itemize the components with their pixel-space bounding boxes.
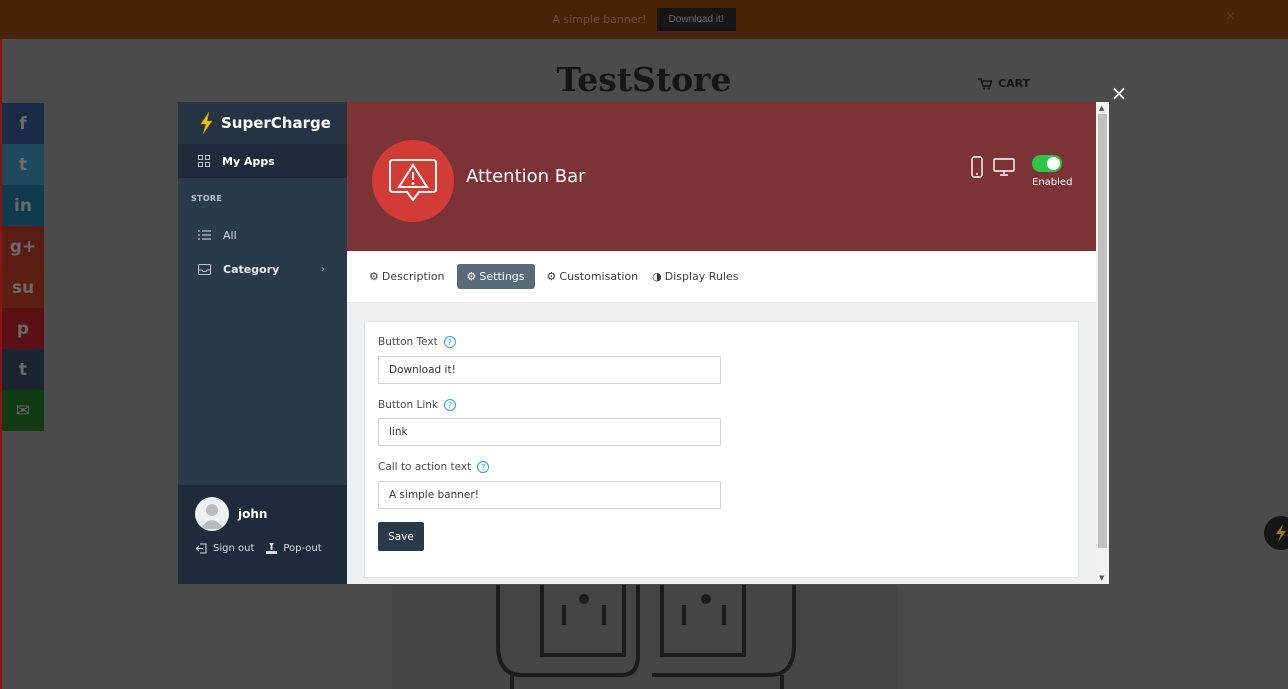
button-link-input[interactable]: [378, 418, 721, 446]
social-glyph: in: [14, 195, 32, 216]
sidebar-item-my-apps[interactable]: My Apps: [178, 144, 347, 178]
inbox-icon: [198, 263, 211, 275]
sidebar-section-title: STORE: [191, 194, 223, 203]
device-targets: [971, 156, 1015, 178]
social-glyph: f: [19, 113, 27, 134]
scrollbar[interactable]: ▲ ▼: [1096, 102, 1109, 584]
social-glyph: t: [18, 154, 28, 175]
app-detail-content: Attention Bar Enabled ⚙ Description ⚙ Se…: [347, 102, 1109, 584]
field-label-text: Call to action text: [378, 461, 472, 473]
pop-out-icon: [266, 543, 278, 554]
enabled-toggle[interactable]: [1032, 155, 1062, 172]
button-text-label: Button Text ?: [378, 336, 456, 348]
social-share-bar: f t in g+ su p t ✉: [2, 103, 44, 431]
enabled-label: Enabled: [1032, 177, 1073, 188]
help-icon[interactable]: ?: [443, 336, 456, 348]
google-plus-icon[interactable]: g+: [2, 226, 44, 267]
email-icon[interactable]: ✉: [2, 390, 44, 431]
save-button[interactable]: Save: [378, 522, 424, 551]
sidebar-item-label: Category: [223, 262, 280, 276]
store-title[interactable]: TestStore: [0, 60, 1288, 99]
cart-label: CART: [998, 77, 1031, 90]
app-header: Attention Bar Enabled: [347, 102, 1096, 251]
user-icon: [200, 504, 224, 529]
app-title: Attention Bar: [466, 166, 586, 187]
app-sidebar: SuperCharge My Apps STORE All Category ›…: [178, 102, 347, 584]
social-glyph: g+: [9, 236, 37, 257]
sidebar-item-category[interactable]: Category ›: [178, 252, 347, 286]
linkedin-icon[interactable]: in: [2, 185, 44, 226]
gears-icon: ⚙: [546, 270, 557, 283]
pop-out-link[interactable]: Pop-out: [283, 543, 321, 554]
scroll-thumb[interactable]: [1098, 114, 1107, 548]
social-glyph: t: [18, 359, 28, 380]
help-icon[interactable]: ?: [444, 399, 457, 411]
lightning-icon: [1276, 524, 1286, 542]
tab-display-rules[interactable]: ◑ Display Rules: [650, 264, 740, 289]
mobile-icon[interactable]: [971, 156, 983, 178]
desktop-icon[interactable]: [993, 158, 1015, 176]
twitter-icon[interactable]: t: [2, 144, 44, 185]
modal-close-icon[interactable]: ×: [1108, 81, 1130, 105]
cta-text-label: Call to action text ?: [378, 461, 490, 473]
sign-out-link[interactable]: Sign out: [213, 543, 254, 554]
sidebar-item-label: My Apps: [222, 154, 275, 168]
tab-customisation[interactable]: ⚙ Customisation: [545, 264, 641, 289]
gear-icon: ⚙: [369, 270, 379, 283]
cart-icon: [978, 77, 992, 90]
backpack-icon: [496, 585, 796, 689]
tab-label: Settings: [479, 270, 525, 283]
supercharge-modal: SuperCharge My Apps STORE All Category ›…: [178, 102, 1109, 584]
brand[interactable]: SuperCharge: [178, 102, 347, 144]
scroll-up-icon[interactable]: ▲: [1099, 104, 1104, 112]
banner-download-button[interactable]: Download it!: [656, 8, 736, 31]
avatar: [195, 497, 229, 531]
banner-text: A simple banner!: [552, 13, 647, 26]
tab-label: Description: [381, 270, 445, 283]
tab-label: Customisation: [559, 270, 639, 283]
tab-label: Display Rules: [664, 270, 739, 283]
field-label-text: Button Link: [378, 399, 439, 411]
list-icon: [198, 230, 211, 240]
user-panel: john Sign out Pop-out: [178, 485, 347, 584]
gear-icon: ⚙: [466, 270, 477, 283]
sign-out-icon: [196, 543, 207, 554]
cart-link[interactable]: CART: [978, 77, 1030, 90]
announcement-banner: A simple banner! Download it! ×: [0, 0, 1288, 39]
product-image: [392, 585, 898, 689]
app-logo: [372, 140, 454, 222]
social-glyph: p: [16, 318, 30, 339]
settings-form: Button Text ? Button Link ? Call to acti…: [364, 321, 1079, 578]
brand-name: SuperCharge: [221, 114, 331, 132]
pinterest-icon[interactable]: p: [2, 308, 44, 349]
social-glyph: su: [11, 277, 35, 298]
chevron-right-icon: ›: [320, 263, 325, 275]
sidebar-item-all[interactable]: All: [178, 218, 347, 252]
stumbleupon-icon[interactable]: su: [2, 267, 44, 308]
grid-icon: [198, 155, 210, 167]
button-text-input[interactable]: [378, 356, 721, 384]
cta-text-input[interactable]: [378, 481, 721, 509]
lightning-icon: [200, 112, 213, 134]
button-link-label: Button Link ?: [378, 399, 457, 411]
sidebar-item-label: All: [223, 228, 237, 242]
social-glyph: ✉: [15, 400, 31, 421]
scroll-down-icon[interactable]: ▼: [1099, 574, 1104, 582]
half-circle-icon: ◑: [652, 270, 662, 283]
tab-description[interactable]: ⚙ Description: [367, 264, 447, 289]
facebook-icon[interactable]: f: [2, 103, 44, 144]
warning-bubble-icon: [389, 159, 437, 202]
field-label-text: Button Text: [378, 336, 438, 348]
tumblr-icon[interactable]: t: [2, 349, 44, 390]
user-name: john: [238, 507, 268, 521]
app-tabs: ⚙ Description ⚙ Settings ⚙ Customisation…: [347, 251, 1096, 303]
help-icon[interactable]: ?: [477, 461, 490, 473]
banner-close-icon[interactable]: ×: [1225, 9, 1236, 24]
tab-settings[interactable]: ⚙ Settings: [456, 264, 535, 289]
